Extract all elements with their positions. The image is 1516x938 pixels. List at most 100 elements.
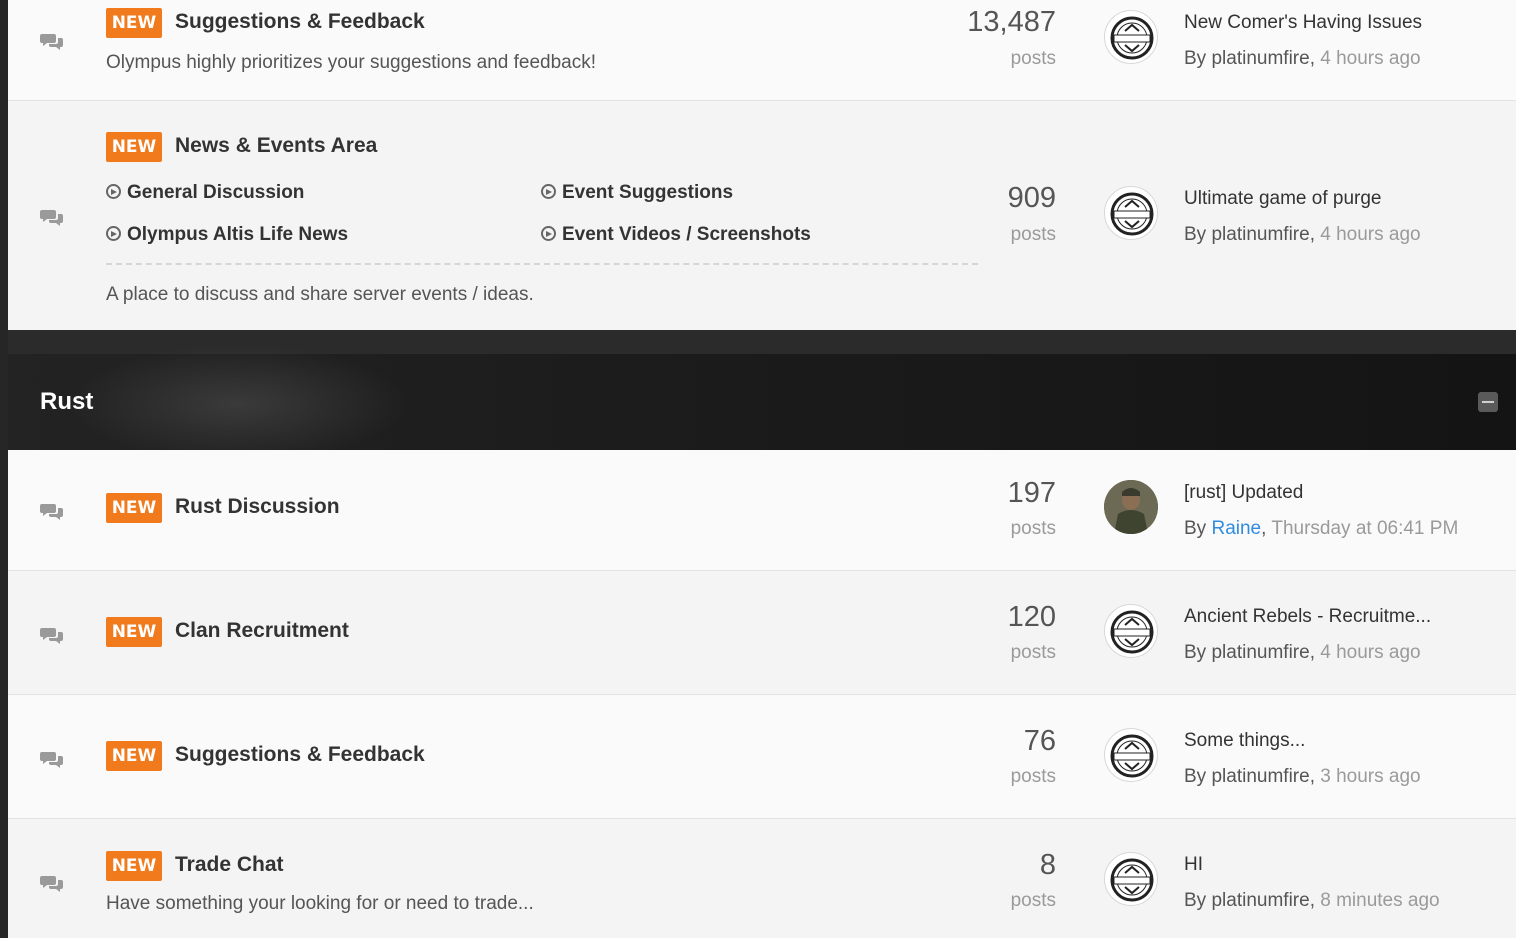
avatar-platinum[interactable] <box>1104 852 1158 906</box>
platinum-logo-icon <box>1110 192 1154 236</box>
post-count: 197 <box>1007 477 1056 509</box>
author-link[interactable]: platinumfire <box>1211 224 1309 245</box>
new-badge: NEW <box>106 741 162 771</box>
post-count-label: posts <box>1010 766 1056 787</box>
chat-bubbles-icon <box>40 504 63 520</box>
forum-title-link[interactable]: Suggestions & Feedback <box>175 743 425 767</box>
forum-description: Have something your looking for or need … <box>106 893 534 914</box>
by-label: By <box>1184 766 1207 787</box>
circle-arrow-icon <box>541 184 556 199</box>
avatar-platinum[interactable] <box>1104 10 1158 64</box>
last-post-title-link[interactable]: Ultimate game of purge <box>1184 188 1382 210</box>
last-post-meta: By platinumfire, 8 minutes ago <box>1184 890 1440 911</box>
subforum-label: Olympus Altis Life News <box>127 224 349 245</box>
post-time: 3 hours ago <box>1320 766 1421 787</box>
forum-title-link[interactable]: Clan Recruitment <box>175 619 349 643</box>
author-link[interactable]: platinumfire <box>1211 890 1309 911</box>
forum-title-link[interactable]: Suggestions & Feedback <box>175 10 425 34</box>
last-post-title-link[interactable]: Ancient Rebels - Recruitme... <box>1184 606 1431 628</box>
post-time: 4 hours ago <box>1320 224 1421 245</box>
last-post-meta: By platinumfire, 4 hours ago <box>1184 224 1421 245</box>
left-gutter <box>0 0 8 938</box>
post-count: 120 <box>1007 601 1056 633</box>
last-post-title-link[interactable]: [rust] Updated <box>1184 482 1303 504</box>
chat-bubbles-icon <box>40 628 63 644</box>
chat-bubbles-icon <box>40 752 63 768</box>
forum-title-link[interactable]: Trade Chat <box>175 853 284 877</box>
by-label: By <box>1184 890 1207 911</box>
post-time: 4 hours ago <box>1320 48 1421 69</box>
post-count: 8 <box>1039 849 1056 881</box>
forum-description: Olympus highly prioritizes your suggesti… <box>106 52 597 73</box>
chat-bubbles-icon <box>40 210 63 226</box>
new-badge: NEW <box>106 851 162 881</box>
subforum-label: General Discussion <box>127 182 305 203</box>
circle-arrow-icon <box>106 184 121 199</box>
subforum-link[interactable]: Event Suggestions <box>541 182 733 204</box>
subforum-divider <box>106 263 978 265</box>
forum-description: A place to discuss and share server even… <box>106 284 534 305</box>
subforum-link[interactable]: Event Videos / Screenshots <box>541 224 811 246</box>
avatar-platinum[interactable] <box>1104 604 1158 658</box>
category-header: Rust <box>8 344 1516 464</box>
minus-square-icon[interactable] <box>1478 392 1498 412</box>
post-count-label: posts <box>1010 224 1056 245</box>
new-badge: NEW <box>106 493 162 523</box>
forum-row: NEW Suggestions & Feedback 76 posts Some… <box>8 695 1516 819</box>
chat-bubbles-icon <box>40 34 63 50</box>
subforum-link[interactable]: General Discussion <box>106 182 304 204</box>
forum-row: NEW Clan Recruitment 120 posts Ancient R… <box>8 571 1516 695</box>
header-background-art <box>68 344 408 464</box>
post-time: Thursday at 06:41 PM <box>1271 518 1459 539</box>
post-time: 8 minutes ago <box>1320 890 1440 911</box>
by-label: By <box>1184 518 1207 539</box>
platinum-logo-icon <box>1110 610 1154 654</box>
last-post-title-link[interactable]: HI <box>1184 854 1203 876</box>
post-count-label: posts <box>1010 890 1056 911</box>
post-count-label: posts <box>1010 48 1056 69</box>
author-link[interactable]: platinumfire <box>1211 642 1309 663</box>
circle-arrow-icon <box>541 226 556 241</box>
post-count: 909 <box>1007 182 1056 214</box>
soldier-photo-icon <box>1104 480 1158 534</box>
circle-arrow-icon <box>106 226 121 241</box>
new-badge: NEW <box>106 8 162 38</box>
by-label: By <box>1184 224 1207 245</box>
platinum-logo-icon <box>1110 16 1154 60</box>
forum-row: NEW Suggestions & Feedback Olympus highl… <box>8 0 1516 101</box>
forum-row: NEW News & Events Area General Discussio… <box>8 101 1516 330</box>
new-badge: NEW <box>106 132 162 162</box>
forum-title-link[interactable]: Rust Discussion <box>175 495 340 519</box>
post-count-label: posts <box>1010 518 1056 539</box>
platinum-logo-icon <box>1110 734 1154 778</box>
last-post-meta: By platinumfire, 3 hours ago <box>1184 766 1421 787</box>
avatar-platinum[interactable] <box>1104 186 1158 240</box>
forum-panel-top: NEW Suggestions & Feedback Olympus highl… <box>8 0 1516 330</box>
post-count-label: posts <box>1010 642 1056 663</box>
forum-row: NEW Trade Chat Have something your looki… <box>8 819 1516 938</box>
by-label: By <box>1184 48 1207 69</box>
avatar-raine[interactable] <box>1104 480 1158 534</box>
category-title[interactable]: Rust <box>40 388 93 416</box>
by-label: By <box>1184 642 1207 663</box>
forum-row: NEW Rust Discussion 197 posts [rust] Upd… <box>8 450 1516 571</box>
last-post-meta: By platinumfire, 4 hours ago <box>1184 48 1421 69</box>
post-time: 4 hours ago <box>1320 642 1421 663</box>
author-link[interactable]: Raine <box>1211 518 1261 539</box>
forum-title-link[interactable]: News & Events Area <box>175 134 377 158</box>
chat-bubbles-icon <box>40 876 63 892</box>
subforum-link[interactable]: Olympus Altis Life News <box>106 224 348 246</box>
last-post-meta: By Raine, Thursday at 06:41 PM <box>1184 518 1459 539</box>
post-count: 13,487 <box>967 6 1056 38</box>
avatar-platinum[interactable] <box>1104 728 1158 782</box>
new-badge: NEW <box>106 617 162 647</box>
platinum-logo-icon <box>1110 858 1154 902</box>
last-post-title-link[interactable]: New Comer's Having Issues <box>1184 12 1422 34</box>
forum-panel-rust: NEW Rust Discussion 197 posts [rust] Upd… <box>8 450 1516 938</box>
last-post-title-link[interactable]: Some things... <box>1184 730 1305 752</box>
post-count: 76 <box>1023 725 1056 757</box>
author-link[interactable]: platinumfire <box>1211 48 1309 69</box>
subforum-label: Event Videos / Screenshots <box>562 224 811 245</box>
author-link[interactable]: platinumfire <box>1211 766 1309 787</box>
subforum-label: Event Suggestions <box>562 182 734 203</box>
